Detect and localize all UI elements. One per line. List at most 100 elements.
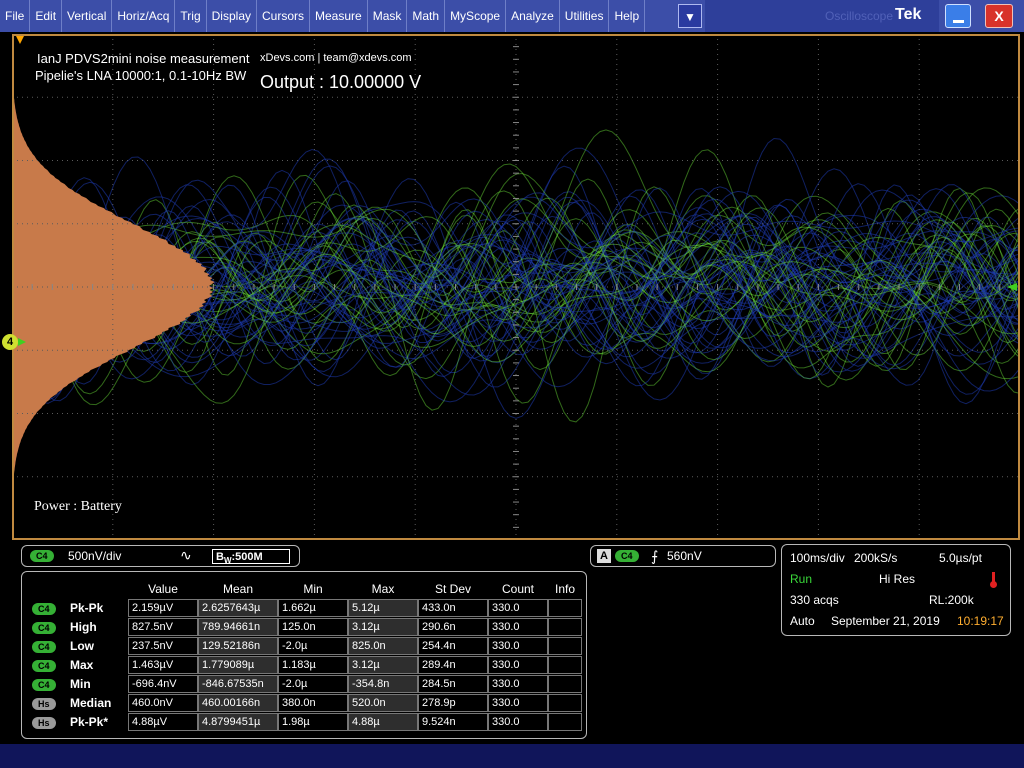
cell-info (548, 675, 582, 693)
menu-item-vertical[interactable]: Vertical (62, 0, 113, 32)
cell-mean: 789.94661n (198, 618, 278, 636)
cell-count: 330.0 (488, 656, 548, 674)
cell-value: 1.463µV (128, 656, 198, 674)
waveform-display[interactable]: IanJ PDVS2mini noise measurement Pipelie… (0, 32, 1024, 542)
measurement-row-max[interactable]: C4 Max 1.463µV 1.779089µ 1.183µ 3.12µ 289.4n 33… (22, 656, 582, 675)
sample-rate: 200kS/s (854, 551, 898, 565)
note-power: Power : Battery (34, 499, 122, 514)
bw-sub: W (223, 556, 232, 566)
cell-value: -696.4nV (128, 675, 198, 693)
cell-min: 125.0n (278, 618, 348, 636)
cell-count: 330.0 (488, 713, 548, 731)
cell-info (548, 694, 582, 712)
menu-item-edit[interactable]: Edit (30, 0, 63, 32)
measurement-row-high[interactable]: C4 High 827.5nV 789.94661n 125.0n 3.12µ 290.6n… (22, 618, 582, 637)
note-credit: xDevs.com | team@xdevs.com (260, 52, 412, 64)
cell-max: 3.12µ (348, 656, 418, 674)
cell-count: 330.0 (488, 675, 548, 693)
channel-readout[interactable]: C4 500nV/div ∿ BW:500M (21, 545, 300, 567)
measurement-name: High (70, 620, 97, 634)
menu-dropdown-button[interactable]: ▼ (678, 4, 702, 28)
measurement-row-pkpk[interactable]: C4 Pk-Pk 2.159µV 2.6257643µ 1.662µ 5.12µ 433.0… (22, 599, 582, 618)
graticule[interactable] (12, 34, 1020, 540)
coupling-icon: ∿ (180, 547, 192, 563)
cell-value: 460.0nV (128, 694, 198, 712)
measurement-row-median[interactable]: Hs Median 460.0nV 460.00166n 380.0n 520.0n 278… (22, 694, 582, 713)
measurement-row-pkpk[interactable]: Hs Pk-Pk* 4.88µV 4.8799451µ 1.98µ 4.88µ 9.524n… (22, 713, 582, 732)
header-value: Value (148, 582, 178, 596)
measurement-row-min[interactable]: C4 Min -696.4nV -846.67535n -2.0µ -354.8n 284.… (22, 675, 582, 694)
cell-info (548, 618, 582, 636)
note-output: Output : 10.00000 V (260, 72, 422, 92)
menu-item-horiz-acq[interactable]: Horiz/Acq (112, 0, 176, 32)
bw-prefix: B (216, 551, 224, 563)
cell-min: -2.0µ (278, 675, 348, 693)
cell-max: 4.88µ (348, 713, 418, 731)
acq-mode: Hi Res (879, 572, 916, 586)
trigger-source-letter: A (597, 549, 611, 563)
menu-item-display[interactable]: Display (207, 0, 257, 32)
channel-chip: C4 (30, 550, 54, 562)
cell-min: 380.0n (278, 694, 348, 712)
menu-item-utilities[interactable]: Utilities (560, 0, 610, 32)
close-button[interactable]: X (985, 4, 1013, 28)
bottom-strip (0, 744, 1024, 768)
cell-min: -2.0µ (278, 637, 348, 655)
cell-mean: 460.00166n (198, 694, 278, 712)
bw-value: :500M (231, 551, 263, 563)
cell-mean: 4.8799451µ (198, 713, 278, 731)
cell-max: 520.0n (348, 694, 418, 712)
minimize-icon (953, 20, 964, 23)
cell-min: 1.183µ (278, 656, 348, 674)
menu-item-analyze[interactable]: Analyze (506, 0, 560, 32)
header-info: Info (554, 582, 575, 596)
cell-max: -354.8n (348, 675, 418, 693)
measurement-name: Min (70, 677, 91, 691)
cell-count: 330.0 (488, 599, 548, 617)
channel-4-ground-marker[interactable]: 4 (2, 334, 18, 350)
measurements-table[interactable]: Value Mean Min Max St Dev Count Info C4 P… (21, 571, 587, 739)
minimize-button[interactable] (945, 4, 971, 28)
measurement-name: Median (70, 696, 112, 710)
trigger-readout[interactable]: A C4 ⨍ 560nV (590, 545, 776, 567)
measurement-source-chip: C4 (32, 660, 56, 672)
measurement-name: Max (70, 658, 94, 672)
acquisition-readout[interactable]: 100ms/div 200kS/s 5.0µs/pt Run Hi Res 33… (781, 544, 1011, 636)
header-mean: Mean (222, 582, 254, 596)
acq-date: September 21, 2019 (831, 614, 940, 628)
header-stdev: St Dev (434, 582, 471, 596)
cell-count: 330.0 (488, 694, 548, 712)
cell-value: 237.5nV (128, 637, 198, 655)
cell-min: 1.662µ (278, 599, 348, 617)
note-title-line2: Pipelie's LNA 10000:1, 0.1-10Hz BW (35, 68, 247, 83)
trigger-level: 560nV (667, 549, 702, 563)
note-title-line1: IanJ PDVS2mini noise measurement (37, 51, 250, 66)
menu-item-math[interactable]: Math (407, 0, 446, 32)
header-min: Min (303, 582, 323, 596)
cell-stdev: 289.4n (418, 656, 488, 674)
cell-count: 330.0 (488, 618, 548, 636)
trigger-channel-chip: C4 (615, 550, 639, 562)
menu-item-cursors[interactable]: Cursors (257, 0, 311, 32)
run-state: Run (790, 572, 813, 586)
cell-mean: 1.779089µ (198, 656, 278, 674)
cell-stdev: 254.4n (418, 637, 488, 655)
measurement-row-low[interactable]: C4 Low 237.5nV 129.52186n -2.0µ 825.0n 254.4n 3… (22, 637, 582, 656)
trigger-mode: Auto (790, 614, 815, 628)
menu-item-help[interactable]: Help (609, 0, 646, 32)
acq-count: 330 acqs (790, 593, 839, 607)
cell-mean: -846.67535n (198, 675, 278, 693)
measurement-source-chip: Hs (32, 717, 56, 729)
cell-info (548, 656, 582, 674)
timebase: 100ms/div (790, 551, 845, 565)
menu-item-trig[interactable]: Trig (175, 0, 207, 32)
app-ghost-label: Oscilloscope (825, 9, 894, 23)
menu-item-myscope[interactable]: MyScope (445, 0, 507, 32)
menu-item-file[interactable]: File (0, 0, 31, 32)
cell-min: 1.98µ (278, 713, 348, 731)
menu-item-measure[interactable]: Measure (310, 0, 368, 32)
cell-stdev: 290.6n (418, 618, 488, 636)
cell-info (548, 713, 582, 731)
cell-info (548, 599, 582, 617)
menu-item-mask[interactable]: Mask (368, 0, 408, 32)
